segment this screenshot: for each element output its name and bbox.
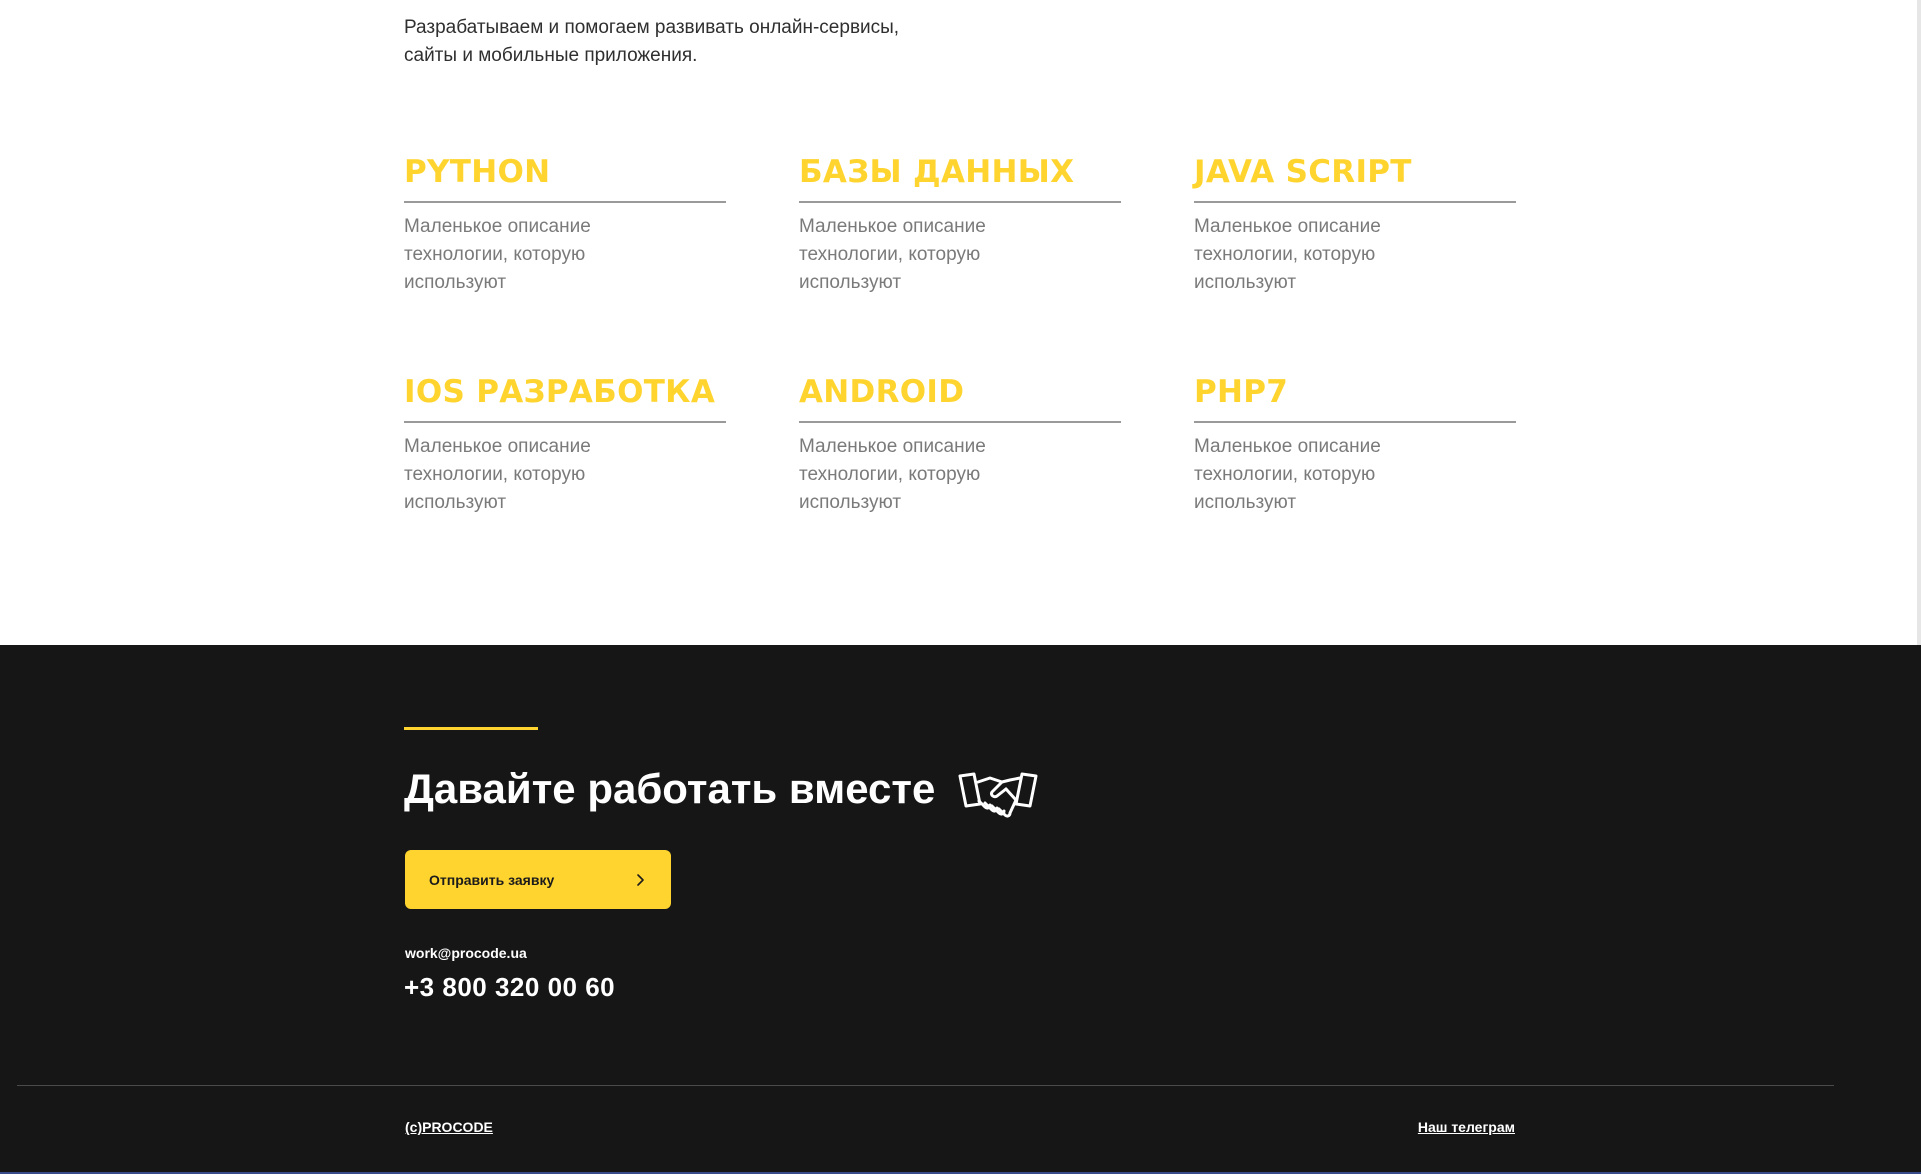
telegram-link[interactable]: Наш телеграм — [1411, 1119, 1515, 1135]
cta-title: Давайте работать вместе — [404, 765, 936, 812]
technology-divider — [1194, 201, 1516, 203]
technology-title: JAVA SCRIPT — [1194, 154, 1412, 190]
technology-title: PHP7 — [1194, 374, 1289, 410]
technology-card-databases: БАЗЫ ДАННЫХ Маленькое описание технологи… — [799, 150, 1121, 370]
technology-card-android: ANDROID Маленькое описание технологии, к… — [799, 370, 1121, 590]
technology-card-ios: IOS РАЗРАБОТКА Маленькое описание технол… — [404, 370, 726, 590]
send-request-button-label: Отправить заявку — [429, 871, 555, 888]
technology-grid: PYTHON Маленькое описание технологии, ко… — [404, 150, 1516, 590]
technology-divider — [799, 421, 1121, 423]
technology-description: Маленькое описание технологии, которую и… — [1194, 436, 1381, 513]
technology-divider — [1194, 421, 1516, 423]
technology-description: Маленькое описание технологии, которую и… — [404, 216, 591, 293]
technology-divider — [404, 421, 726, 423]
technology-card-javascript: JAVA SCRIPT Маленькое описание технологи… — [1194, 150, 1516, 370]
footer-divider — [17, 1085, 1834, 1086]
technologies-section: Разрабатываем и помогаем развивать онлай… — [0, 0, 1921, 645]
contact-phone[interactable]: +3 800 320 00 60 — [404, 972, 615, 1003]
handshake-icon — [958, 772, 1038, 818]
copyright-link[interactable]: (c)PROCODE — [405, 1119, 493, 1135]
contact-email[interactable]: work@procode.ua — [405, 945, 527, 961]
technology-description: Маленькое описание технологии, которую и… — [404, 436, 591, 513]
technology-title: PYTHON — [404, 154, 551, 190]
technology-divider — [404, 201, 726, 203]
technology-card-python: PYTHON Маленькое описание технологии, ко… — [404, 150, 726, 370]
intro-text: Разрабатываем и помогаем развивать онлай… — [404, 14, 1024, 70]
technology-card-php7: PHP7 Маленькое описание технологии, кото… — [1194, 370, 1516, 590]
send-request-button[interactable]: Отправить заявку — [405, 850, 671, 909]
technology-description: Маленькое описание технологии, которую и… — [1194, 216, 1381, 293]
footer: Давайте работать вместе Отправить заявку… — [0, 645, 1921, 1174]
intro-line-1: Разрабатываем и помогаем развивать онлай… — [404, 17, 900, 38]
technology-title: IOS РАЗРАБОТКА — [404, 374, 716, 410]
technology-divider — [799, 201, 1121, 203]
technology-title: БАЗЫ ДАННЫХ — [799, 154, 1075, 190]
page-scrollbar[interactable] — [1917, 0, 1921, 645]
technology-description: Маленькое описание технологии, которую и… — [799, 436, 986, 513]
accent-line — [404, 727, 538, 730]
technology-description: Маленькое описание технологии, которую и… — [799, 216, 986, 293]
technology-title: ANDROID — [799, 374, 965, 410]
chevron-right-icon — [637, 873, 644, 886]
intro-line-2: сайты и мобильные приложения. — [404, 45, 698, 66]
